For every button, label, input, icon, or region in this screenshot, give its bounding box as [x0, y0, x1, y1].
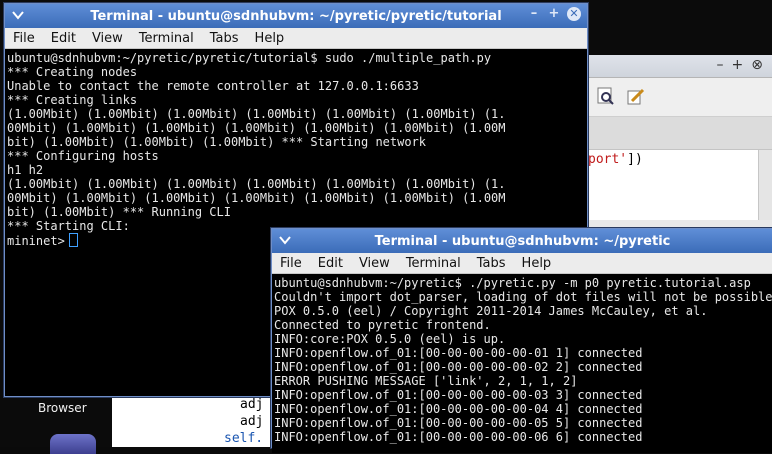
terminal-line: POX 0.5.0 (eel) / Copyright 2011-2014 Ja… — [274, 304, 708, 318]
code-line: adj — [240, 397, 264, 412]
minimize-icon[interactable]: – — [527, 7, 541, 21]
terminal-2-titlebar[interactable]: Terminal - ubuntu@sdnhubvm: ~/pyretic — [272, 229, 772, 253]
terminal-prompt: mininet> — [7, 234, 65, 248]
terminal-2-menubar: File Edit View Terminal Tabs Help — [272, 253, 772, 274]
terminal-line: bit) (1.00Mbit) (1.00Mbit) (1.00Mbit) **… — [7, 135, 427, 149]
terminal-line: ubuntu@sdnhubvm:~/pyretic/pyretic/tutori… — [7, 51, 492, 65]
terminal-line: INFO:openflow.of_01:[00-00-00-00-00-04 4… — [274, 402, 643, 416]
close-icon[interactable]: ✕ — [567, 7, 581, 21]
menu-help[interactable]: Help — [247, 31, 293, 46]
terminal-line: *** Creating links — [7, 93, 138, 107]
terminal-line: INFO:openflow.of_01:[00-00-00-00-00-06 6… — [274, 430, 643, 444]
terminal-2-output[interactable]: ubuntu@sdnhubvm:~/pyretic$ ./pyretic.py … — [272, 274, 772, 453]
menu-file[interactable]: File — [272, 256, 310, 271]
code-suffix: ]) — [627, 152, 643, 167]
menu-help[interactable]: Help — [514, 256, 560, 271]
dock-browser-label[interactable]: Browser — [38, 401, 87, 415]
maximize-icon[interactable]: + — [547, 7, 561, 21]
editor-titlebar[interactable]: – + ⊗ — [585, 55, 772, 78]
terminal-line: INFO:openflow.of_01:[00-00-00-00-00-02 2… — [274, 360, 643, 374]
terminal-line: Couldn't import dot_parser, loading of d… — [274, 290, 772, 304]
editor-window[interactable]: – + ⊗ port']) — [584, 55, 772, 230]
editor-scrollbar[interactable] — [758, 150, 772, 220]
terminal-1-menubar: File Edit View Terminal Tabs Help — [5, 28, 587, 49]
terminal-line: (1.00Mbit) (1.00Mbit) (1.00Mbit) (1.00Mb… — [7, 107, 506, 121]
terminal-1-window-controls: – + ✕ — [527, 7, 581, 21]
terminal-line: Connected to pyretic frontend. — [274, 318, 491, 332]
editor-window-controls: – + ⊗ — [717, 57, 763, 73]
browser-icon[interactable] — [50, 434, 96, 454]
code-line: adj — [240, 414, 264, 429]
window-menu-icon[interactable] — [11, 8, 25, 22]
editor-code-area[interactable]: port']) — [587, 150, 772, 220]
maximize-icon[interactable]: + — [732, 57, 744, 73]
terminal-line: h1 h2 — [7, 163, 44, 177]
terminal-line: Unable to contact the remote controller … — [7, 79, 419, 93]
menu-view[interactable]: View — [84, 31, 131, 46]
minimize-icon[interactable]: – — [717, 57, 724, 73]
terminal-line: INFO:openflow.of_01:[00-00-00-00-00-01 1… — [274, 346, 643, 360]
search-icon[interactable] — [595, 86, 617, 108]
close-icon[interactable]: ⊗ — [751, 57, 763, 73]
menu-file[interactable]: File — [5, 31, 43, 46]
menu-tabs[interactable]: Tabs — [202, 31, 247, 46]
terminal-line: ubuntu@sdnhubvm:~/pyretic$ ./pyretic.py … — [274, 276, 751, 290]
code-string: port' — [588, 152, 628, 167]
terminal-line: bit) (1.00Mbit) *** Running CLI — [7, 205, 231, 219]
terminal-line: INFO:openflow.of_01:[00-00-00-00-00-03 3… — [274, 388, 643, 402]
terminal-1-titlebar[interactable]: Terminal - ubuntu@sdnhubvm: ~/pyretic/py… — [5, 4, 587, 28]
terminal-line: *** Creating nodes — [7, 65, 138, 79]
code-line: self. — [224, 431, 264, 446]
terminal-1-title: Terminal - ubuntu@sdnhubvm: ~/pyretic/py… — [90, 8, 502, 24]
terminal-line: 00Mbit) (1.00Mbit) (1.00Mbit) (1.00Mbit)… — [7, 191, 506, 205]
terminal-2-title: Terminal - ubuntu@sdnhubvm: ~/pyretic — [374, 233, 671, 249]
terminal-line: 00Mbit) (1.00Mbit) (1.00Mbit) (1.00Mbit)… — [7, 121, 506, 135]
editor-lower-fragment: adj adj self. — [112, 395, 277, 447]
editor-toolbar — [585, 78, 772, 117]
terminal-line: INFO:openflow.of_01:[00-00-00-00-00-05 5… — [274, 416, 643, 430]
code-line: port']) — [588, 152, 643, 167]
menu-edit[interactable]: Edit — [310, 256, 351, 271]
menu-view[interactable]: View — [351, 256, 398, 271]
menu-tabs[interactable]: Tabs — [469, 256, 514, 271]
menu-edit[interactable]: Edit — [43, 31, 84, 46]
edit-icon[interactable] — [625, 86, 647, 108]
editor-tabstrip — [585, 117, 772, 150]
terminal-line: INFO:core:POX 0.5.0 (eel) is up. — [274, 332, 506, 346]
terminal-line: (1.00Mbit) (1.00Mbit) (1.00Mbit) (1.00Mb… — [7, 177, 506, 191]
text-cursor — [68, 233, 78, 247]
menu-terminal[interactable]: Terminal — [398, 256, 469, 271]
terminal-line: ERROR PUSHING MESSAGE ['link', 2, 1, 1, … — [274, 374, 578, 388]
terminal-window-2[interactable]: Terminal - ubuntu@sdnhubvm: ~/pyretic Fi… — [271, 228, 772, 453]
terminal-line: *** Configuring hosts — [7, 149, 159, 163]
menu-terminal[interactable]: Terminal — [131, 31, 202, 46]
window-menu-icon[interactable] — [278, 233, 292, 247]
